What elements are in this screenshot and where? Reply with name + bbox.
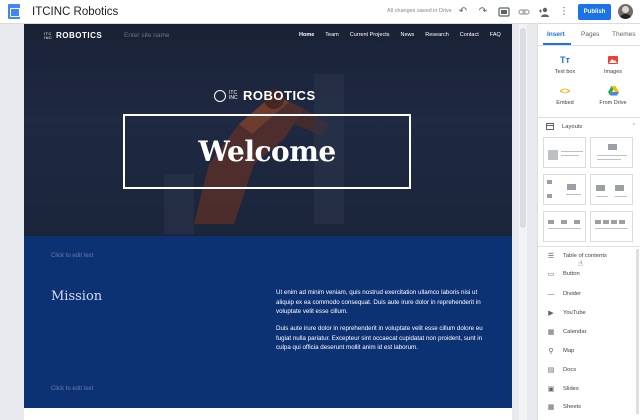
undo-icon[interactable]: ↶ — [457, 6, 469, 18]
sheets-icon: ▦ — [547, 404, 555, 411]
sheets-label: Sheets — [563, 404, 582, 410]
layout-thumb-1[interactable] — [543, 137, 586, 168]
insert-divider[interactable]: — Divider — [546, 288, 636, 300]
docs-icon: ▤ — [547, 367, 555, 374]
site-nav: Home Team Current Projects News Research… — [299, 32, 512, 38]
chevron-up-down-icon[interactable]: ⌃ — [632, 123, 636, 129]
insert-text-box-label: Text box — [554, 69, 576, 75]
preview-icon[interactable] — [498, 6, 510, 18]
layout-thumb-5[interactable] — [543, 211, 586, 242]
site-logo[interactable]: ITC INC ROBOTICS — [44, 31, 102, 40]
drive-icon — [590, 86, 636, 97]
mission-heading[interactable]: Mission — [51, 289, 102, 304]
sites-logo-icon[interactable] — [8, 4, 20, 19]
save-status: All changes saved in Drive — [387, 8, 452, 14]
insert-embed-label: Embed — [556, 100, 574, 106]
site-title[interactable]: ITCINC Robotics — [32, 6, 118, 18]
nav-item-news[interactable]: News — [400, 32, 414, 38]
insert-from-drive-label: From Drive — [599, 100, 627, 106]
insert-slides[interactable]: ▣ Slides — [546, 383, 636, 395]
mission-section[interactable]: Click to edit text Mission Ut enim ad mi… — [24, 236, 512, 408]
insert-calendar[interactable]: ▦ Calendar — [546, 326, 636, 338]
site-logo-big: ROBOTICS — [56, 31, 103, 40]
button-icon: ▭ — [547, 271, 555, 278]
link-icon[interactable] — [518, 6, 530, 18]
layouts-icon — [546, 123, 554, 130]
insert-map[interactable]: ⚲ Map — [546, 345, 636, 357]
layout-thumb-6[interactable] — [590, 211, 633, 242]
nav-item-current-projects[interactable]: Current Projects — [350, 32, 390, 38]
layout-thumb-2[interactable] — [590, 137, 633, 168]
tab-pages[interactable]: Pages — [581, 31, 599, 38]
slides-label: Slides — [563, 386, 579, 392]
welcome-box[interactable]: Welcome — [123, 114, 411, 189]
layouts-label: Layouts — [562, 123, 583, 130]
calendar-icon: ▦ — [547, 329, 555, 336]
nav-item-team[interactable]: Team — [325, 32, 338, 38]
mission-paragraph-2[interactable]: Duis aute irure dolor in reprehenderit i… — [276, 324, 492, 353]
mission-paragraph-1[interactable]: Ut enim ad minim veniam, quis nostrud ex… — [276, 288, 492, 317]
docs-label: Docs — [563, 367, 577, 373]
slides-icon: ▣ — [547, 386, 555, 393]
hand-cursor-icon: ☝ — [578, 259, 583, 268]
hero-logo-big: ROBOTICS — [243, 88, 316, 103]
nav-item-research[interactable]: Research — [425, 32, 449, 38]
insert-docs[interactable]: ▤ Docs — [546, 364, 636, 376]
panel-divider-2 — [538, 246, 640, 247]
add-person-icon[interactable] — [538, 6, 550, 18]
click-to-edit-top[interactable]: Click to edit text — [51, 253, 93, 259]
insert-text-box[interactable]: Tт Text box — [542, 55, 588, 75]
nav-item-home[interactable]: Home — [299, 32, 314, 38]
hero-logo-small: ITC INC — [229, 89, 238, 101]
welcome-heading[interactable]: Welcome — [198, 135, 336, 168]
divider-label: Divider — [563, 291, 582, 297]
nav-item-faq[interactable]: FAQ — [490, 32, 501, 38]
youtube-icon: ▶ — [548, 310, 554, 317]
hero-section[interactable]: ITC INC ROBOTICS Enter site name Home Te… — [24, 24, 512, 236]
site-logo-small: ITC INC — [44, 30, 53, 40]
images-icon — [590, 55, 636, 66]
embed-icon: <> — [559, 86, 571, 96]
panel-scrollbar[interactable] — [636, 249, 639, 414]
panel-tabs: Insert Pages Themes — [538, 24, 640, 46]
canvas-scroll-thumb[interactable] — [520, 28, 526, 228]
insert-images-label: Images — [603, 69, 623, 75]
insert-table-of-contents[interactable]: ☰ Table of contents — [546, 250, 636, 262]
insert-images[interactable]: Images — [590, 55, 636, 75]
hero-logo: ITC INC ROBOTICS — [214, 88, 316, 103]
click-to-edit-bottom[interactable]: Click to edit text — [51, 386, 93, 392]
avatar[interactable] — [618, 4, 633, 19]
more-icon[interactable]: ⋮ — [558, 6, 570, 18]
next-section — [24, 408, 512, 420]
calendar-label: Calendar — [563, 329, 587, 335]
active-tab-indicator — [543, 43, 571, 45]
site-name-input[interactable]: Enter site name — [124, 32, 170, 39]
insert-sheets[interactable]: ▦ Sheets — [546, 401, 636, 413]
layout-thumb-4[interactable] — [590, 174, 633, 205]
divider-icon: — — [547, 290, 555, 298]
insert-youtube[interactable]: ▶ YouTube — [546, 307, 636, 319]
map-icon: ⚲ — [548, 348, 554, 355]
tab-insert[interactable]: Insert — [547, 31, 565, 38]
insert-button[interactable]: ▭ Button — [546, 268, 636, 280]
nav-item-contact[interactable]: Contact — [460, 32, 479, 38]
button-label: Button — [563, 271, 580, 277]
canvas-scrollbar[interactable] — [519, 24, 527, 420]
insert-embed[interactable]: <> Embed — [542, 86, 588, 106]
layouts-header[interactable]: Layouts ⌃ — [546, 123, 636, 130]
publish-button[interactable]: Publish — [578, 4, 611, 20]
side-panel: Insert Pages Themes Tт Text box Images <… — [537, 24, 640, 420]
layout-thumb-3[interactable] — [543, 174, 586, 205]
youtube-label: YouTube — [563, 310, 586, 316]
map-label: Map — [563, 348, 575, 354]
redo-icon[interactable]: ↷ — [477, 6, 489, 18]
hero-logo-mark-icon — [214, 89, 226, 102]
insert-from-drive[interactable]: From Drive — [590, 86, 636, 106]
tab-themes[interactable]: Themes — [612, 31, 635, 38]
toc-label: Table of contents — [563, 253, 607, 259]
text-box-icon: Tт — [560, 55, 570, 65]
toc-icon: ☰ — [547, 253, 555, 260]
panel-divider — [538, 117, 640, 118]
